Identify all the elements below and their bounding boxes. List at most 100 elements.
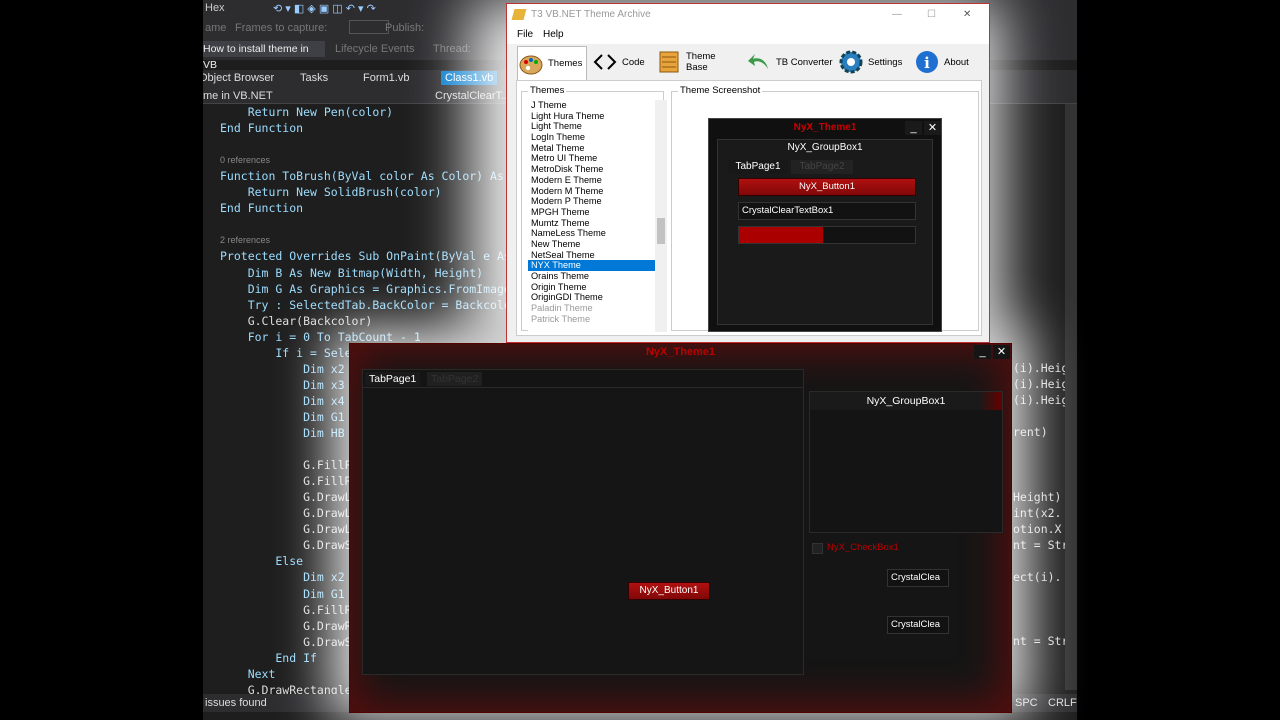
preview-progress-fill: [739, 227, 824, 243]
theme-list-item[interactable]: Paladin Theme: [528, 303, 655, 314]
preview-tab1: TabPage1: [728, 160, 788, 174]
tab-label: About: [944, 56, 969, 68]
crlf-status[interactable]: CRLF: [1048, 697, 1077, 709]
theme-list-item[interactable]: Light Theme: [528, 121, 655, 132]
theme-list-item[interactable]: Metal Theme: [528, 143, 655, 154]
nyx-groupbox: NyX_GroupBox1: [809, 391, 1003, 533]
theme-archive-window: T3 VB.NET Theme Archive — ☐ ✕ File Help …: [506, 3, 990, 343]
startup-item-dropdown[interactable]: How to install theme in VB: [203, 41, 325, 71]
tab-label: TB Converter: [776, 56, 833, 68]
nyx-checkbox[interactable]: [812, 543, 823, 554]
theme-list-item[interactable]: Light Hura Theme: [528, 111, 655, 122]
menu-file[interactable]: File: [517, 29, 533, 40]
toolbar-label: ame: [205, 22, 227, 34]
theme-list-item[interactable]: NameLess Theme: [528, 228, 655, 239]
theme-list-item[interactable]: LogIn Theme: [528, 132, 655, 143]
theme-screenshot: NyX_Theme1 _ ✕ NyX_GroupBox1 TabPage1 Ta…: [708, 118, 942, 332]
tab-code[interactable]: Code: [591, 46, 651, 78]
menu-help[interactable]: Help: [543, 29, 564, 40]
theme-list-item[interactable]: Modern P Theme: [528, 196, 655, 207]
thread-label: Thread:: [433, 43, 471, 55]
code-line: Dim G1: [220, 409, 345, 424]
nyx-button[interactable]: NyX_Button1: [628, 582, 710, 600]
hex-button[interactable]: Hex: [205, 2, 225, 14]
nyx-tabcontrol: TabPage1 TabPage2 NyX_Button1: [362, 369, 804, 675]
code-line: End Function: [220, 121, 304, 136]
preview-groupbox: NyX_GroupBox1 TabPage1 TabPage2 NyX_Butt…: [717, 139, 933, 325]
svg-text:i: i: [924, 54, 930, 72]
nyx-theme-form: NyX_Theme1 _ ✕ TabPage1 TabPage2 NyX_But…: [349, 343, 1012, 713]
menu-bar: File Help: [507, 26, 989, 44]
theme-list-item[interactable]: Patrick Theme: [528, 314, 655, 325]
tab-object-browser[interactable]: Object Browser: [203, 72, 274, 84]
themes-list-scrollbar[interactable]: [655, 100, 667, 332]
tab-label: Themes: [548, 58, 583, 69]
crystalclear-textbox-1[interactable]: CrystalClea: [887, 569, 949, 587]
toolbar-icons: ⟲ ▾ ◧ ◈ ▣ ◫ ↶ ▾ ↷: [273, 3, 376, 15]
code-line: Else: [220, 554, 304, 569]
theme-list-item[interactable]: MPGH Theme: [528, 207, 655, 218]
vs-scrollbar[interactable]: [1065, 104, 1077, 690]
publish-label: Publish:: [385, 22, 425, 34]
code-line: End If: [220, 650, 317, 665]
code-line: Protected Overrides Sub OnPaint(ByVal e …: [220, 249, 511, 264]
maximize-button[interactable]: ☐: [927, 9, 936, 20]
preview-close-icon: ✕: [924, 121, 941, 135]
theme-list-item[interactable]: Origin Theme: [528, 282, 655, 293]
nyx-tab2[interactable]: TabPage2: [427, 372, 483, 386]
themes-tab-content: Themes J Theme Light Hura Theme Light Them…: [516, 80, 982, 336]
tab-tb-converter[interactable]: TB Converter: [745, 46, 835, 78]
minimize-icon[interactable]: _: [974, 345, 991, 359]
green-arrow-icon: [746, 49, 772, 75]
code-line: Return New SolidBrush(color): [220, 185, 442, 200]
theme-list-item[interactable]: Mumtz Theme: [528, 218, 655, 229]
code-line: Dim x3: [220, 377, 345, 392]
tab-theme-base[interactable]: Theme Base: [655, 46, 739, 78]
preview-minimize-icon: _: [905, 121, 922, 135]
code-reference-hint[interactable]: 2 references: [220, 232, 270, 248]
code-reference-hint[interactable]: 0 references: [220, 152, 270, 168]
frames-label: Frames to capture:: [235, 22, 328, 34]
nav-project-dropdown[interactable]: me in VB.NET: [203, 90, 273, 102]
minimize-button[interactable]: —: [892, 9, 902, 20]
theme-list-item[interactable]: OriginGDI Theme: [528, 292, 655, 303]
tab-label: Theme Base: [686, 51, 716, 73]
themes-listbox[interactable]: J Theme Light Hura Theme Light Theme LogIn …: [528, 100, 655, 332]
tab-label: Settings: [868, 56, 903, 68]
preview-progressbar: [738, 226, 916, 244]
tab-about[interactable]: i About: [913, 46, 973, 78]
tab-form1[interactable]: Form1.vb: [363, 72, 409, 84]
code-line: End Function: [220, 201, 304, 216]
code-line: Dim B As New Bitmap(Width, Height): [220, 265, 484, 280]
frames-input[interactable]: [349, 20, 389, 34]
crystalclear-textbox-2[interactable]: CrystalClea: [887, 616, 949, 634]
tab-tasks[interactable]: Tasks: [300, 72, 328, 84]
theme-list-item[interactable]: Modern M Theme: [528, 186, 655, 197]
preview-button: NyX_Button1: [738, 178, 916, 196]
theme-list-item[interactable]: MetroDisk Theme: [528, 164, 655, 175]
themes-group-label: Themes: [528, 85, 567, 96]
tab-label: Code: [622, 56, 645, 68]
screen: Hex ⟲ ▾ ◧ ◈ ▣ ◫ ↶ ▾ ↷ ame Frames to capt…: [0, 0, 1280, 720]
app-icon: [511, 9, 527, 20]
theme-list-item[interactable]: Modern E Theme: [528, 175, 655, 186]
theme-list-item[interactable]: J Theme: [528, 100, 655, 111]
tab-settings[interactable]: Settings: [837, 46, 909, 78]
preview-tab2: TabPage2: [791, 160, 853, 174]
code-line: Next: [220, 666, 276, 681]
theme-list-item[interactable]: NetSeal Theme: [528, 250, 655, 261]
theme-list-item[interactable]: Orains Theme: [528, 271, 655, 282]
close-icon[interactable]: ✕: [993, 345, 1010, 359]
code-line: Dim x4: [220, 393, 345, 408]
tab-themes[interactable]: Themes: [517, 46, 587, 80]
close-button[interactable]: ✕: [963, 9, 971, 20]
lifecycle-events-button[interactable]: Lifecycle Events: [335, 43, 414, 55]
nyx-tab1[interactable]: TabPage1: [365, 372, 421, 386]
theme-list-item[interactable]: Metro UI Theme: [528, 153, 655, 164]
screenshot-groupbox: Theme Screenshot NyX_Theme1 _ ✕ NyX_Grou…: [671, 85, 979, 332]
issues-status[interactable]: issues found: [205, 697, 267, 709]
theme-list-item[interactable]: New Theme: [528, 239, 655, 250]
theme-list-item[interactable]: NYX Theme: [528, 260, 655, 271]
palette-icon: [518, 51, 544, 77]
scrollbar-thumb[interactable]: [657, 218, 665, 244]
